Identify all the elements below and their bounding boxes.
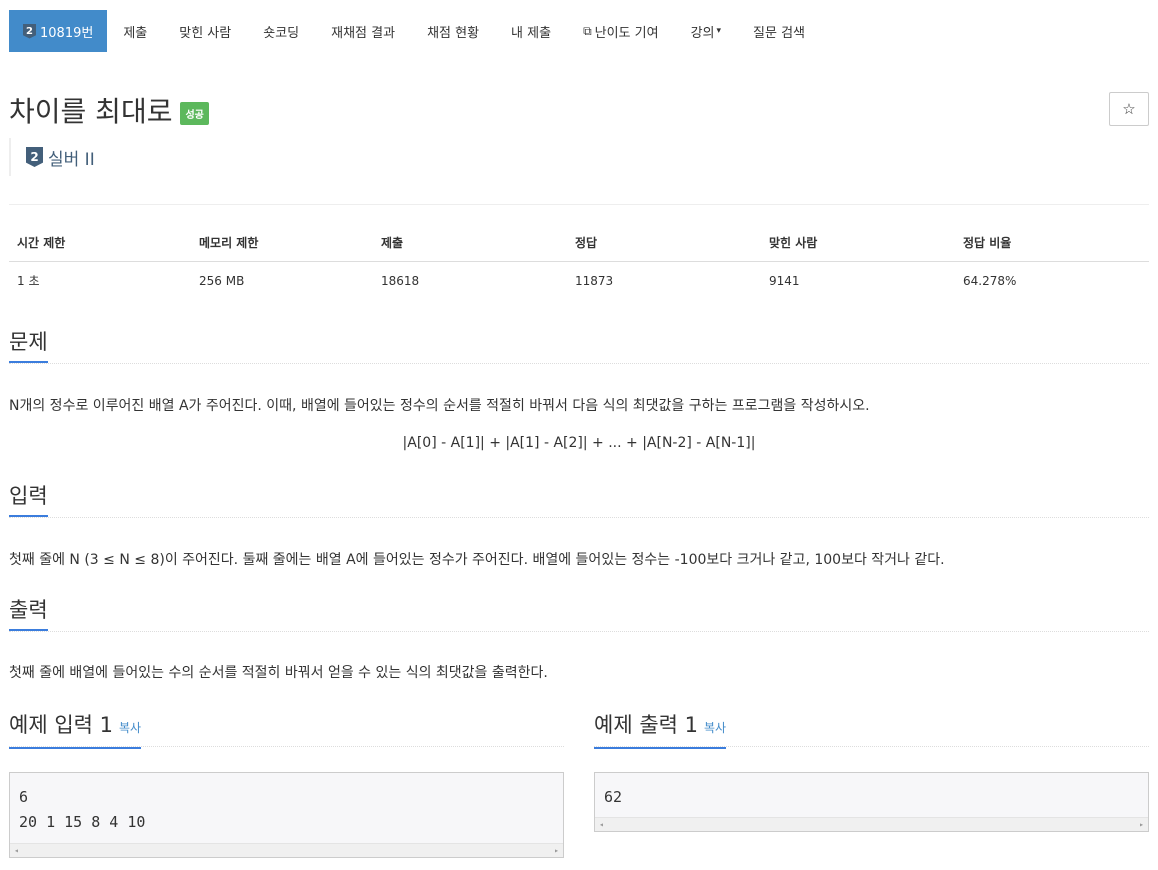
nav-difficulty-label: 난이도 기여: [594, 25, 659, 41]
silver-tier-icon: 2: [26, 147, 43, 167]
horizontal-scrollbar[interactable]: ◂ ▸: [595, 817, 1148, 831]
sample-input-line: 20 1 15 8 4 10: [19, 813, 146, 831]
header-accepted: 정답: [567, 224, 761, 262]
problem-nav: 2 10819번 제출 맞힌 사람 숏코딩 재채점 결과 채점 현황 내 제출 …: [9, 10, 821, 52]
problem-info-table: 시간 제한 메모리 제한 제출 정답 맞힌 사람 정답 비율 1 초 256 M…: [9, 224, 1149, 299]
header-solved-users: 맞힌 사람: [761, 224, 955, 262]
divider: [9, 204, 1149, 205]
table-header-row: 시간 제한 메모리 제한 제출 정답 맞힌 사람 정답 비율: [9, 224, 1149, 262]
star-icon: ☆: [1122, 101, 1136, 118]
horizontal-scrollbar[interactable]: ◂ ▸: [10, 843, 563, 857]
input-description: 첫째 줄에 N (3 ≤ N ≤ 8)이 주어진다. 둘째 줄에는 배열 A에 …: [9, 552, 945, 568]
sample-input-heading: 예제 입력 1 복사: [9, 711, 142, 749]
accepted-value: 11873: [575, 273, 614, 288]
external-link-icon: ⧉: [583, 23, 592, 38]
memory-limit-value: 256 MB: [199, 273, 245, 288]
copy-sample-output-link[interactable]: 복사: [704, 721, 726, 735]
scroll-right-arrow-icon[interactable]: ▸: [554, 844, 559, 858]
result-badge: 성공: [180, 101, 209, 125]
time-limit-value: 1 초: [17, 274, 40, 288]
sample-input-header: 예제 입력 1 복사: [9, 711, 564, 749]
header-submissions: 제출: [373, 224, 567, 262]
scroll-left-arrow-icon[interactable]: ◂: [14, 844, 19, 858]
problem-heading: 문제: [9, 328, 48, 363]
nav-submit[interactable]: 제출: [107, 10, 163, 52]
nav-problem-number[interactable]: 2 10819번: [9, 10, 108, 52]
problem-section-header: 문제: [9, 328, 1149, 364]
output-heading: 출력: [9, 596, 48, 631]
sample-output-heading: 예제 출력 1 복사: [594, 711, 727, 749]
nav-solved-users[interactable]: 맞힌 사람: [163, 10, 247, 52]
nav-problem-number-label: 10819번: [40, 25, 94, 41]
scroll-right-arrow-icon[interactable]: ▸: [1139, 818, 1144, 832]
nav-my-submissions[interactable]: 내 제출: [495, 10, 567, 52]
caret-down-icon: ▾: [716, 26, 722, 36]
header-memory-limit: 메모리 제한: [191, 224, 373, 262]
problem-title: 차이를 최대로: [9, 95, 173, 128]
sample-input-line: 6: [19, 788, 29, 806]
problem-title-row: 차이를 최대로 성공: [9, 90, 209, 130]
input-section-header: 입력: [9, 482, 1149, 518]
accept-ratio-value: 64.278%: [963, 273, 1017, 288]
header-time-limit: 시간 제한: [9, 224, 191, 262]
sample-output-box[interactable]: 62 ◂ ▸: [594, 772, 1149, 832]
output-description: 첫째 줄에 배열에 들어있는 수의 순서를 적절히 바꿔서 얻을 수 있는 식의…: [9, 665, 548, 681]
table-row: 1 초 256 MB 18618 11873 9141 64.278%: [9, 262, 1149, 300]
nav-lectures-dropdown[interactable]: 강의 ▾: [675, 10, 737, 52]
scroll-left-arrow-icon[interactable]: ◂: [599, 818, 604, 832]
nav-lectures-label: 강의: [690, 25, 715, 41]
copy-sample-input-link[interactable]: 복사: [119, 721, 141, 735]
sample-input-box[interactable]: 6 20 1 15 8 4 10 ◂ ▸: [9, 772, 564, 858]
nav-rejudge-results[interactable]: 재채점 결과: [315, 10, 411, 52]
nav-judge-status[interactable]: 채점 현황: [411, 10, 495, 52]
sample-input-title: 예제 입력 1: [9, 713, 113, 737]
problem-tier: 2 실버 II: [9, 138, 95, 176]
sample-output-title: 예제 출력 1: [594, 713, 698, 737]
silver-tier-icon: 2: [23, 23, 36, 39]
nav-question-search[interactable]: 질문 검색: [737, 10, 821, 52]
tier-label: 실버 II: [48, 149, 95, 170]
input-heading: 입력: [9, 482, 48, 517]
favorite-star-button[interactable]: ☆: [1109, 92, 1149, 126]
problem-description: N개의 정수로 이루어진 배열 A가 주어진다. 이때, 배열에 들어있는 정수…: [9, 398, 870, 414]
sample-output-header: 예제 출력 1 복사: [594, 711, 1149, 749]
sample-output-line: 62: [604, 788, 623, 806]
problem-formula: |A[0] - A[1]| + |A[1] - A[2]| + ... + |A…: [402, 435, 756, 451]
header-accept-ratio: 정답 비율: [955, 224, 1149, 262]
submissions-value: 18618: [381, 273, 420, 288]
nav-difficulty-contribution[interactable]: ⧉ 난이도 기여: [567, 10, 675, 52]
output-section-header: 출력: [9, 596, 1149, 632]
solved-users-value: 9141: [769, 273, 800, 288]
nav-short-coding[interactable]: 숏코딩: [247, 10, 315, 52]
